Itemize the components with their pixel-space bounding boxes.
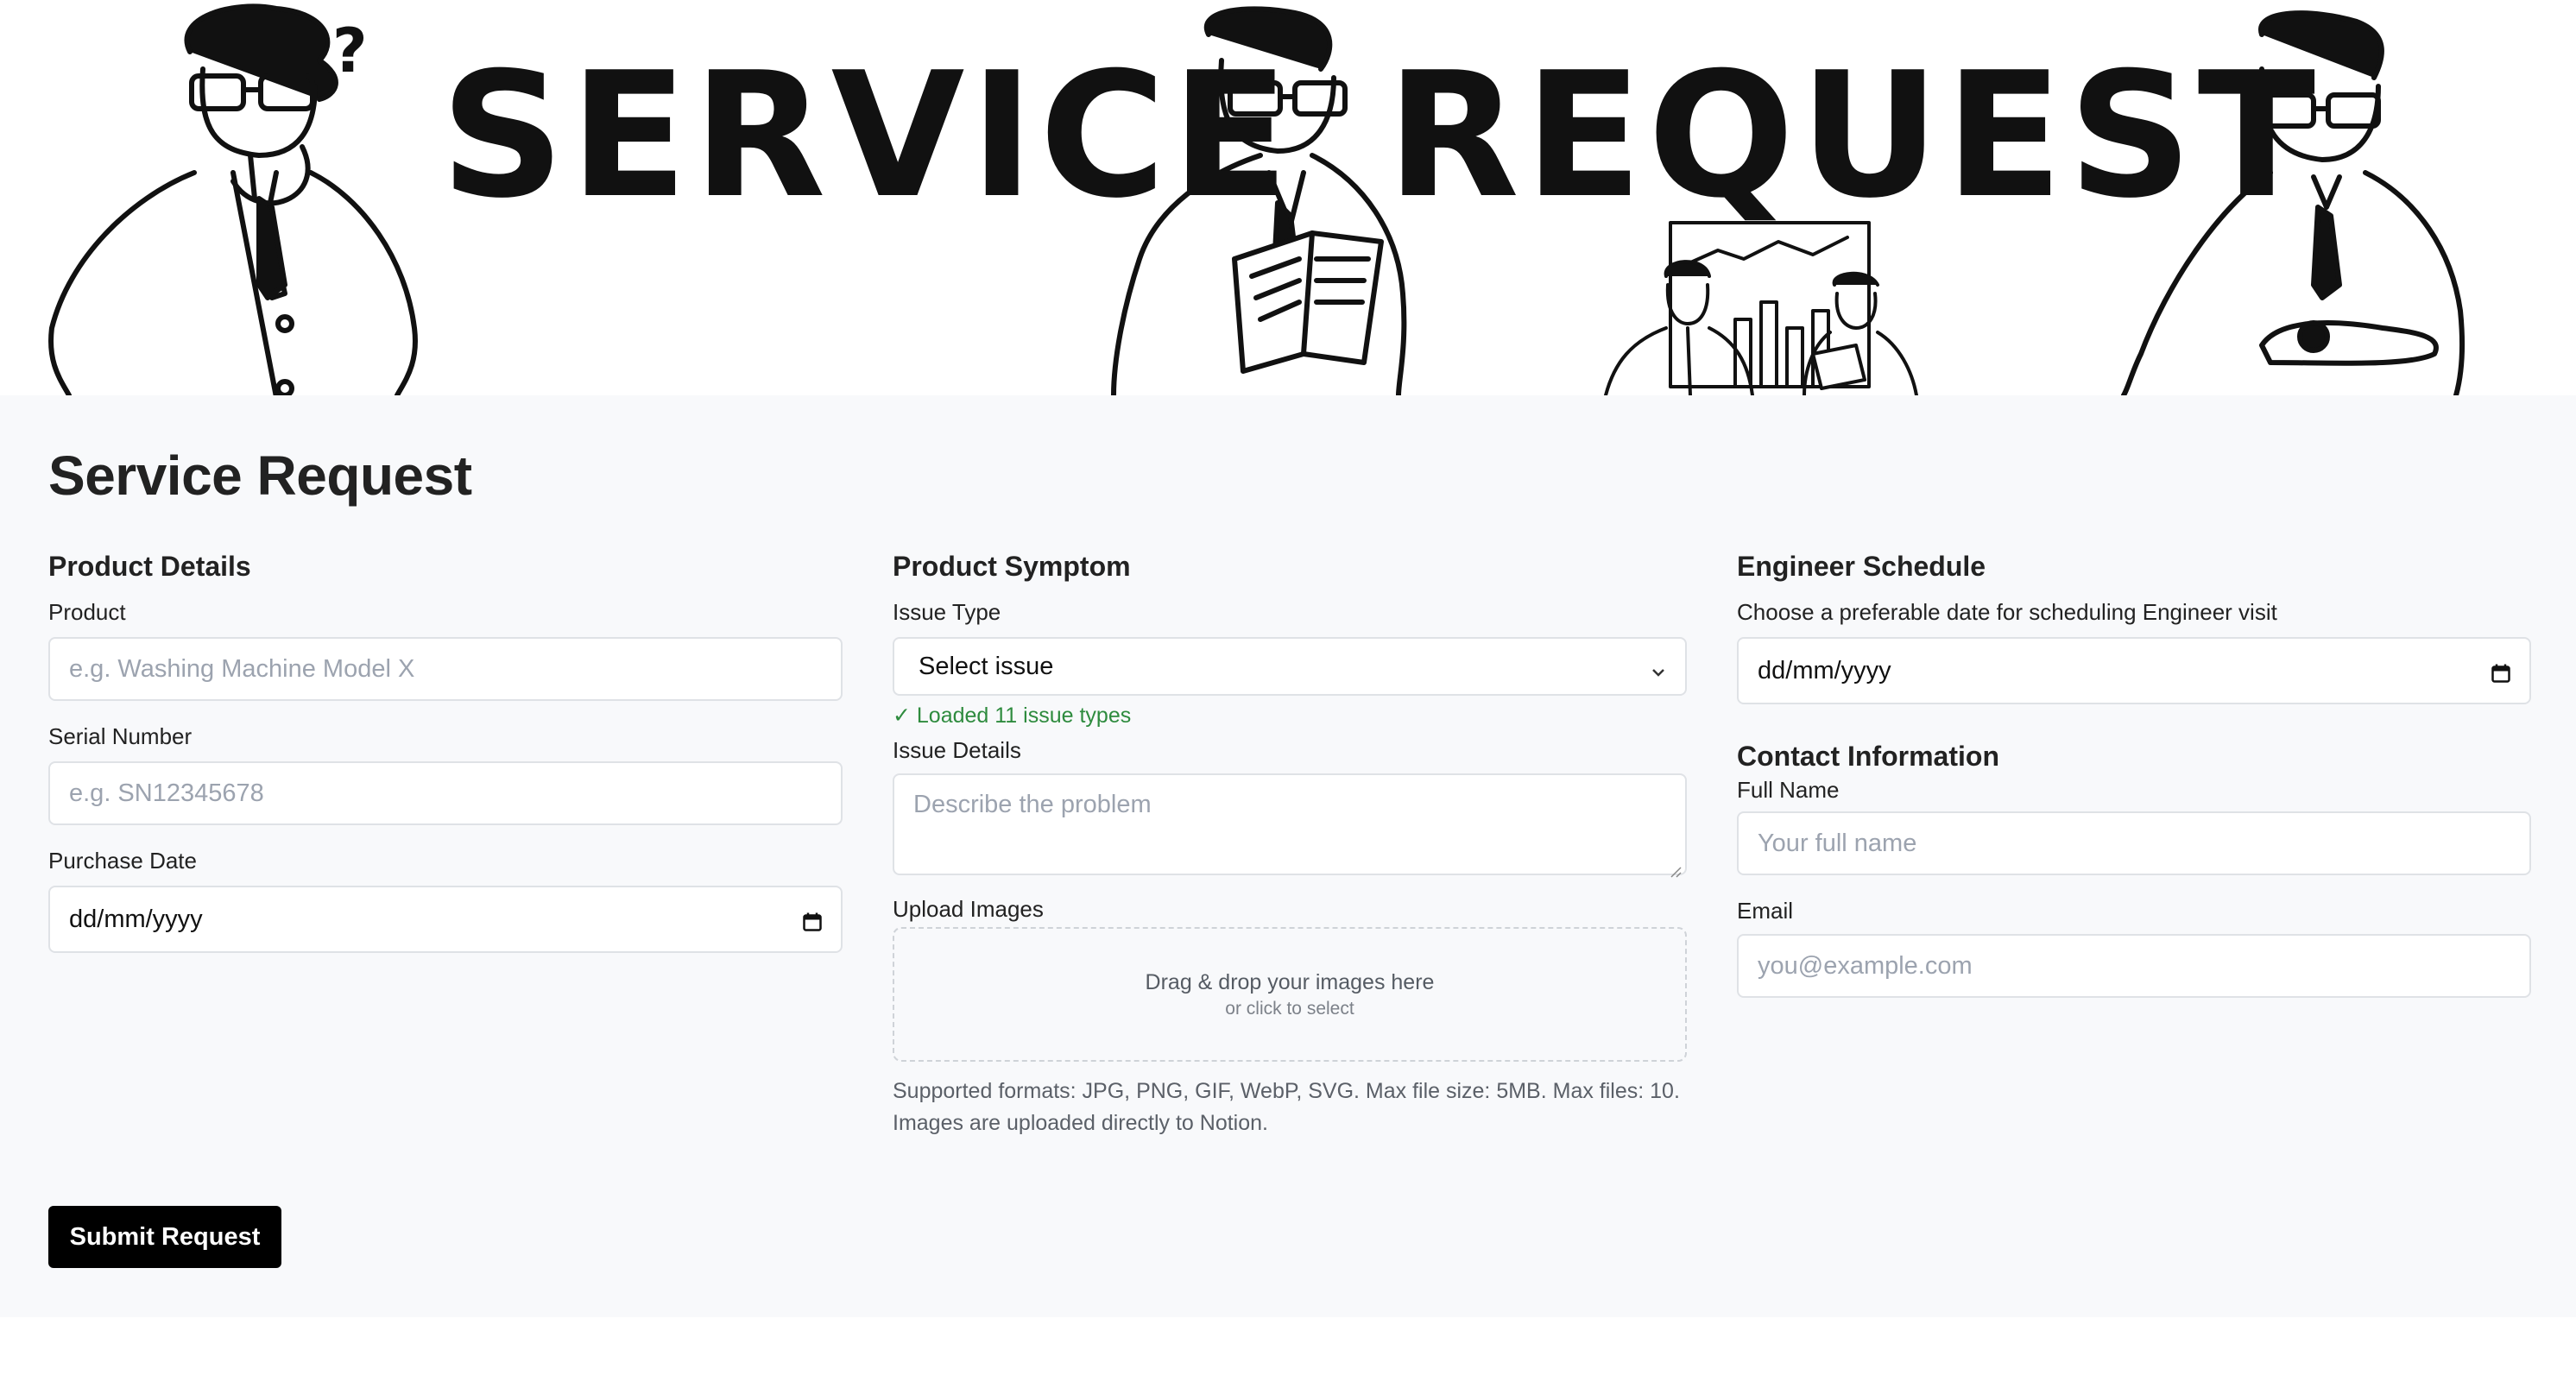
issue-types-status: ✓ Loaded 11 issue types [893,703,1132,728]
banner-word-service: SERVICE [440,35,1295,237]
email-input[interactable]: you@example.com [1737,934,2531,998]
form-panel: Service Request Product Details Product … [0,395,2576,1317]
resize-handle-icon[interactable] [1668,856,1682,878]
section-title-product-symptom: Product Symptom [893,551,1131,582]
full-name-label: Full Name [1737,777,1840,803]
schedule-date-input[interactable]: dd/mm/yyyy [1737,637,2531,704]
product-placeholder: e.g. Washing Machine Model X [69,654,415,683]
serial-number-label: Serial Number [48,723,193,749]
submit-request-button[interactable]: Submit Request [48,1206,281,1268]
full-name-input[interactable]: Your full name [1737,811,2531,875]
product-label: Product [48,599,126,625]
dropzone-sub-text: or click to select [1225,999,1354,1019]
calendar-icon[interactable] [2491,661,2510,683]
product-input[interactable]: e.g. Washing Machine Model X [48,637,843,701]
purchase-date-value: dd/mm/yyyy [69,905,203,933]
section-title-engineer-schedule: Engineer Schedule [1737,551,1986,582]
email-placeholder: you@example.com [1758,951,1973,980]
header-banner: SERVICE REQUEST ? [0,0,2576,395]
section-title-contact-information: Contact Information [1737,741,1999,772]
chevron-down-icon [1651,659,1666,677]
issue-type-selected: Select issue [919,652,1054,680]
issue-type-select[interactable]: Select issue [893,637,1687,696]
issue-details-placeholder: Describe the problem [913,791,1152,818]
section-title-product-details: Product Details [48,551,251,582]
purchase-date-label: Purchase Date [48,848,197,874]
email-label: Email [1737,898,1794,924]
page-title: Service Request [48,445,472,507]
issue-type-label: Issue Type [893,599,1001,625]
banner-word-request: REQUEST [1386,35,2321,237]
purchase-date-input[interactable]: dd/mm/yyyy [48,886,843,953]
schedule-date-label: Choose a preferable date for scheduling … [1737,599,2277,625]
serial-number-input[interactable]: e.g. SN12345678 [48,761,843,825]
calendar-icon[interactable] [803,910,822,931]
schedule-date-value: dd/mm/yyyy [1758,656,1891,685]
engineer-schedule-section: Engineer Schedule Choose a preferable da… [1737,549,2531,998]
product-details-section: Product Details Product e.g. Washing Mac… [48,549,843,953]
banner-question-mark: ? [332,16,368,86]
full-name-placeholder: Your full name [1758,829,1917,857]
dropzone-main-text: Drag & drop your images here [1145,970,1435,994]
serial-number-placeholder: e.g. SN12345678 [69,779,264,807]
presentation-scientists-illustration [1604,221,1918,395]
issue-details-label: Issue Details [893,737,1021,763]
issue-details-textarea[interactable]: Describe the problem [893,773,1687,878]
image-dropzone[interactable]: Drag & drop your images here or click to… [893,927,1687,1062]
upload-images-label: Upload Images [893,896,1044,922]
product-symptom-section: Product Symptom Issue Type Select issue … [893,549,1687,1139]
upload-help-text: Supported formats: JPG, PNG, GIF, WebP, … [893,1079,1680,1135]
